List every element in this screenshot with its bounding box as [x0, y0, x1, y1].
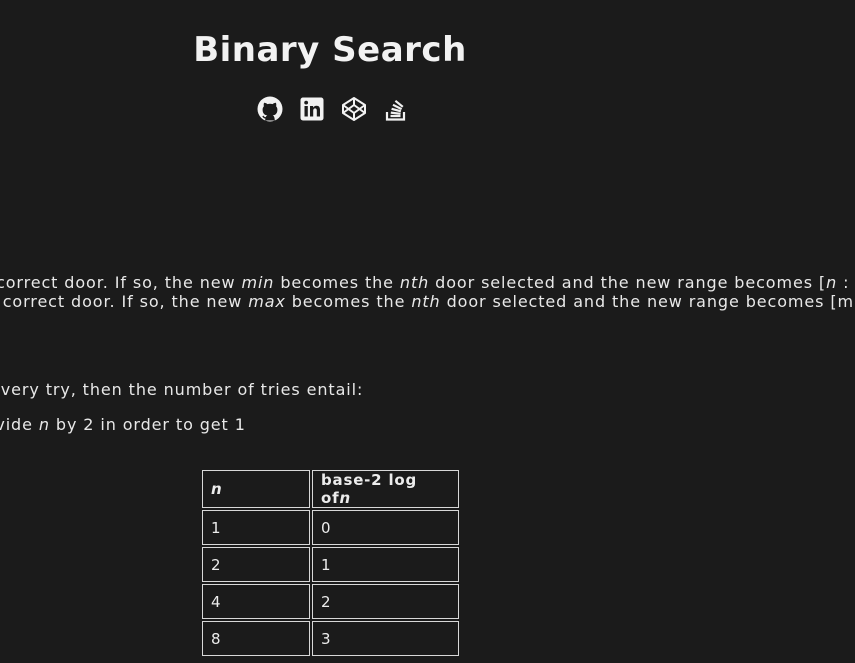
cell-log: 3: [312, 621, 459, 656]
text-segment: door selected and the new range becomes …: [429, 273, 827, 292]
paragraph-divide: ivide n by 2 in order to get 1: [0, 415, 246, 434]
text-segment: e correct door. If so, the new: [0, 292, 249, 311]
table-row: 4 2: [202, 584, 459, 619]
table-row: 8 3: [202, 621, 459, 656]
nth-term: nth: [399, 273, 430, 292]
table-row: 2 1: [202, 547, 459, 582]
text-segment: becomes the: [274, 273, 400, 292]
nth-term: nth: [411, 292, 441, 311]
cell-log: 0: [312, 510, 459, 545]
header-log-label: base-2 log of: [321, 471, 418, 507]
cell-n: 4: [202, 584, 310, 619]
page-title: Binary Search: [193, 30, 467, 70]
text-segment: correct door. If so, the new: [0, 273, 242, 292]
header-log: base-2 log ofn: [312, 470, 459, 508]
n-term: n: [38, 415, 50, 434]
cell-n: 2: [202, 547, 310, 582]
min-term: min: [241, 273, 275, 292]
paragraph-line-max: e correct door. If so, the new max becom…: [0, 292, 855, 311]
stackoverflow-icon: [385, 99, 406, 121]
text-segment: becomes the: [285, 292, 412, 311]
paragraph-tries: every try, then the number of tries enta…: [0, 380, 364, 399]
github-link[interactable]: [256, 95, 284, 123]
max-term: max: [248, 292, 286, 311]
github-icon: [257, 96, 283, 122]
text-segment: door selected and the new range becomes …: [440, 292, 855, 311]
social-links: [256, 95, 410, 123]
codepen-icon: [342, 97, 366, 121]
text-segment: : m: [843, 273, 855, 292]
header-n-label: n: [211, 480, 223, 498]
cell-log: 2: [312, 584, 459, 619]
page: Binary Search correct door. If so, the n…: [0, 0, 855, 663]
header-n: n: [202, 470, 310, 508]
cell-log: 1: [312, 547, 459, 582]
codepen-link[interactable]: [340, 95, 368, 123]
stackoverflow-link[interactable]: [382, 95, 410, 123]
cell-n: 1: [202, 510, 310, 545]
paragraph-line-min: correct door. If so, the new min becomes…: [0, 273, 855, 292]
header-log-var: n: [339, 489, 351, 507]
log-table: n base-2 log ofn 1 0 2 1 4 2 8 3: [200, 468, 461, 658]
text-segment: by 2 in order to get 1: [49, 415, 246, 434]
table-row: 1 0: [202, 510, 459, 545]
linkedin-link[interactable]: [298, 95, 326, 123]
cell-n: 8: [202, 621, 310, 656]
n-term: n: [826, 273, 838, 292]
linkedin-icon: [300, 97, 324, 121]
text-segment: ivide: [0, 415, 33, 434]
table-header-row: n base-2 log ofn: [202, 470, 459, 508]
